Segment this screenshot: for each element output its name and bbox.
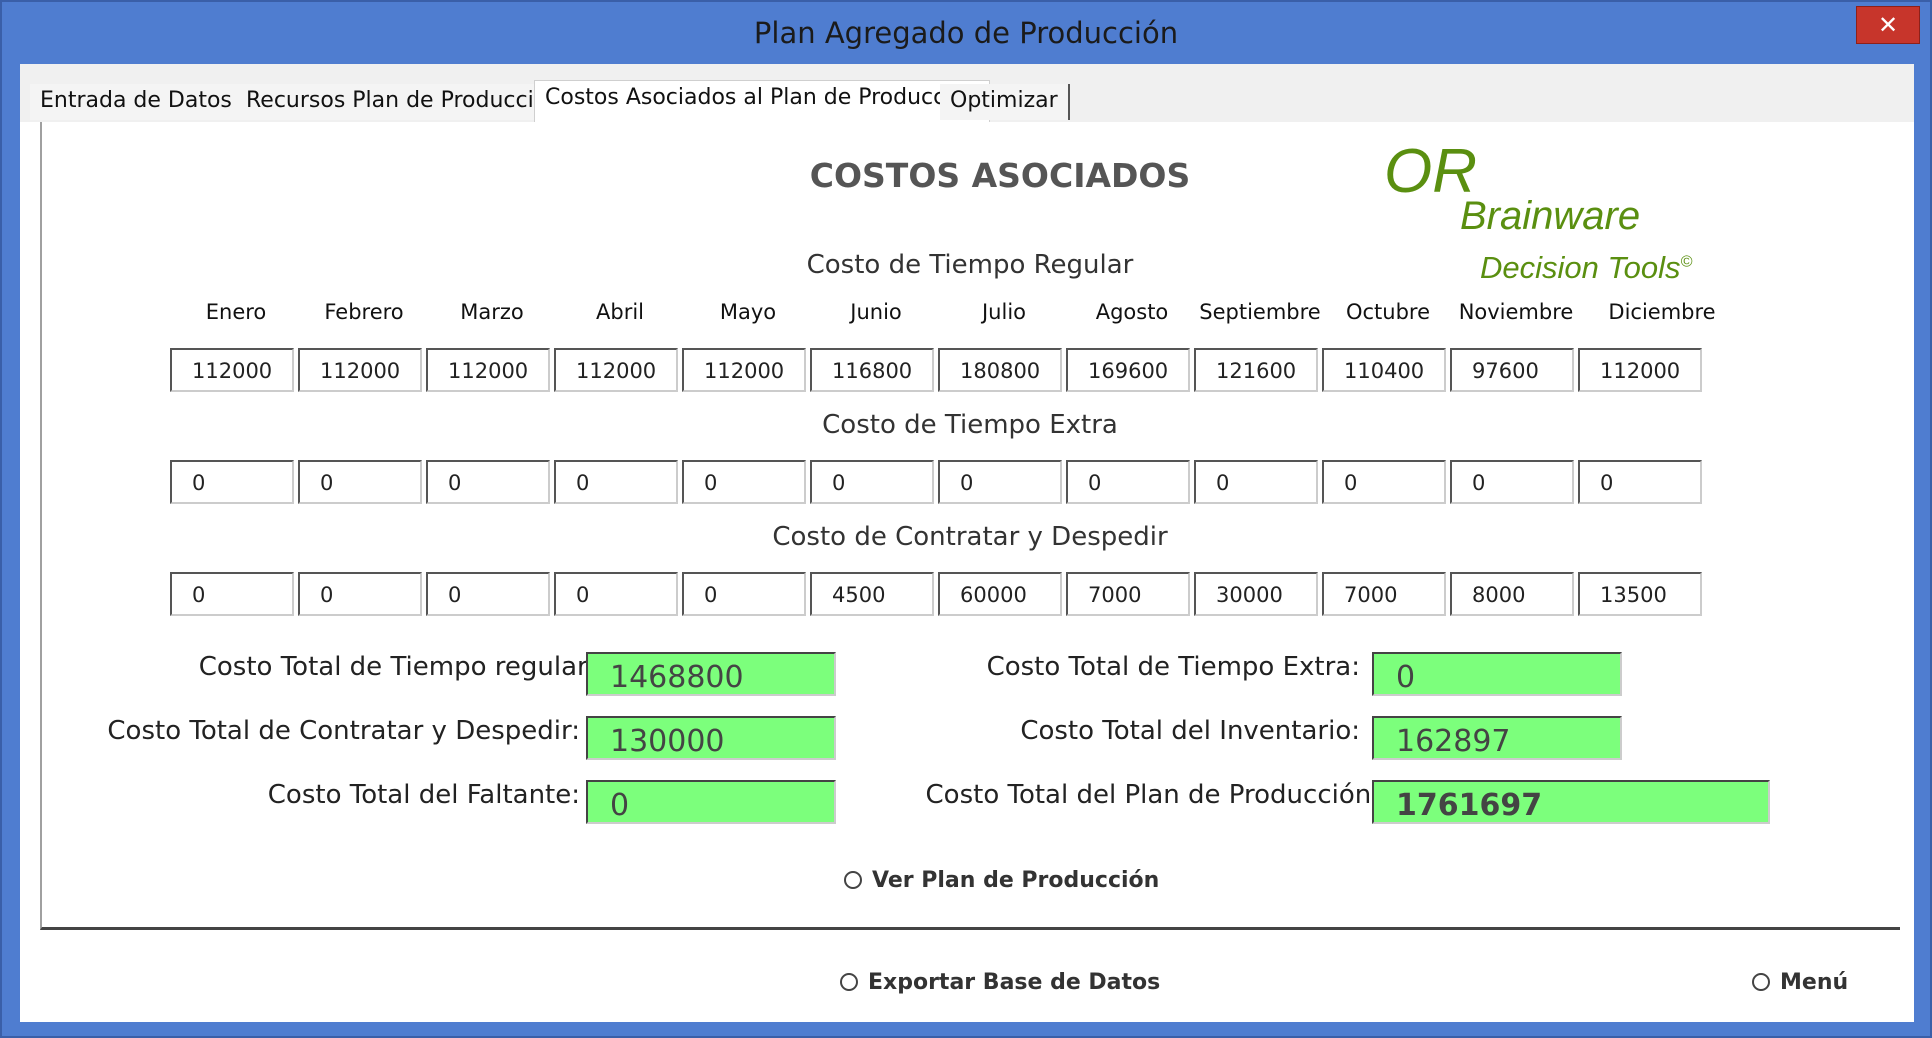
month-label: Septiembre — [1199, 300, 1321, 324]
ver-plan-label: Ver Plan de Producción — [872, 868, 1160, 893]
month-label: Febrero — [324, 300, 404, 324]
extra-cell[interactable]: 0 — [426, 460, 550, 504]
extra-cell[interactable]: 0 — [1450, 460, 1574, 504]
window-title: Plan Agregado de Producción — [753, 16, 1179, 50]
month-label: Diciembre — [1608, 300, 1716, 324]
tab-recursos-plan[interactable]: Recursos Plan de Producción — [236, 84, 574, 120]
extra-cell[interactable]: 0 — [1194, 460, 1318, 504]
close-button[interactable]: ✕ — [1856, 6, 1920, 44]
regular-cell[interactable]: 180800 — [938, 348, 1062, 392]
section-title-hire: Costo de Contratar y Despedir — [772, 522, 1168, 552]
client-area: Entrada de Datos Recursos Plan de Produc… — [20, 64, 1914, 1022]
tab-strip: Entrada de Datos Recursos Plan de Produc… — [20, 64, 1914, 122]
regular-cell[interactable]: 112000 — [298, 348, 422, 392]
regular-cell[interactable]: 110400 — [1322, 348, 1446, 392]
regular-cell[interactable]: 116800 — [810, 348, 934, 392]
hire-cell[interactable]: 4500 — [810, 572, 934, 616]
total-regular-label: Costo Total de Tiempo regular: — [198, 652, 596, 682]
month-label: Abril — [596, 300, 644, 324]
tab-costos-asociados[interactable]: Costos Asociados al Plan de Producción — [534, 80, 990, 122]
extra-cell[interactable]: 0 — [1322, 460, 1446, 504]
month-label: Agosto — [1095, 300, 1169, 324]
hire-cell[interactable]: 7000 — [1322, 572, 1446, 616]
regular-cell[interactable]: 112000 — [682, 348, 806, 392]
tab-entrada-datos[interactable]: Entrada de Datos — [30, 84, 244, 120]
tab-optimizar[interactable]: Optimizar — [940, 84, 1070, 120]
exportar-label: Exportar Base de Datos — [868, 970, 1161, 995]
regular-cell[interactable]: 112000 — [554, 348, 678, 392]
page-title: COSTOS ASOCIADOS — [809, 156, 1191, 195]
radio-circle-icon — [844, 871, 862, 889]
section-title-regular: Costo de Tiempo Regular — [806, 250, 1134, 280]
radio-circle-icon — [1752, 973, 1770, 991]
hire-cell[interactable]: 13500 — [1578, 572, 1702, 616]
radio-circle-icon — [840, 973, 858, 991]
total-plan-value: 1761697 — [1372, 780, 1770, 824]
extra-cell[interactable]: 0 — [810, 460, 934, 504]
logo-decision-tools: Decision Tools© — [1480, 250, 1692, 286]
total-extra-label: Costo Total de Tiempo Extra: — [986, 652, 1360, 682]
extra-cell[interactable]: 0 — [1066, 460, 1190, 504]
title-bar[interactable]: Plan Agregado de Producción ✕ — [2, 2, 1930, 64]
ver-plan-radio[interactable]: Ver Plan de Producción — [844, 868, 1159, 893]
total-extra-value: 0 — [1372, 652, 1622, 696]
hire-cell[interactable]: 60000 — [938, 572, 1062, 616]
total-regular-value: 1468800 — [586, 652, 836, 696]
month-label: Noviembre — [1458, 300, 1574, 324]
logo-copyright: © — [1680, 253, 1693, 271]
regular-cell[interactable]: 112000 — [426, 348, 550, 392]
month-label: Marzo — [460, 300, 524, 324]
section-title-extra: Costo de Tiempo Extra — [822, 410, 1118, 440]
total-shortage-value: 0 — [586, 780, 836, 824]
regular-cell[interactable]: 112000 — [170, 348, 294, 392]
extra-cell[interactable]: 0 — [938, 460, 1062, 504]
total-inventory-label: Costo Total del Inventario: — [1020, 716, 1360, 746]
month-label: Junio — [850, 300, 902, 324]
total-hire-label: Costo Total de Contratar y Despedir: — [107, 716, 580, 746]
extra-cell[interactable]: 0 — [1578, 460, 1702, 504]
menu-radio[interactable]: Menú — [1752, 970, 1848, 995]
hire-cell[interactable]: 30000 — [1194, 572, 1318, 616]
regular-cell[interactable]: 97600 — [1450, 348, 1574, 392]
month-label: Julio — [981, 300, 1027, 324]
hire-cell[interactable]: 0 — [682, 572, 806, 616]
menu-label: Menú — [1780, 970, 1849, 995]
regular-cell[interactable]: 121600 — [1194, 348, 1318, 392]
hire-cell[interactable]: 0 — [170, 572, 294, 616]
logo-brainware: Brainware — [1460, 194, 1641, 238]
exportar-radio[interactable]: Exportar Base de Datos — [840, 970, 1160, 995]
extra-cell[interactable]: 0 — [554, 460, 678, 504]
month-label: Octubre — [1345, 300, 1431, 324]
month-label: Mayo — [719, 300, 777, 324]
total-shortage-label: Costo Total del Faltante: — [267, 780, 580, 810]
app-window: Plan Agregado de Producción ✕ Entrada de… — [0, 0, 1932, 1038]
total-inventory-value: 162897 — [1372, 716, 1622, 760]
total-hire-value: 130000 — [586, 716, 836, 760]
total-plan-label: Costo Total del Plan de Producción: — [925, 780, 1380, 810]
hire-cell[interactable]: 8000 — [1450, 572, 1574, 616]
extra-cell[interactable]: 0 — [682, 460, 806, 504]
extra-cell[interactable]: 0 — [298, 460, 422, 504]
regular-cell[interactable]: 169600 — [1066, 348, 1190, 392]
hire-cell[interactable]: 0 — [554, 572, 678, 616]
month-label: Enero — [205, 300, 267, 324]
logo-decision-text: Decision Tools — [1480, 250, 1681, 285]
hire-cell[interactable]: 0 — [298, 572, 422, 616]
hire-cell[interactable]: 0 — [426, 572, 550, 616]
hire-cell[interactable]: 7000 — [1066, 572, 1190, 616]
extra-cell[interactable]: 0 — [170, 460, 294, 504]
regular-cell[interactable]: 112000 — [1578, 348, 1702, 392]
